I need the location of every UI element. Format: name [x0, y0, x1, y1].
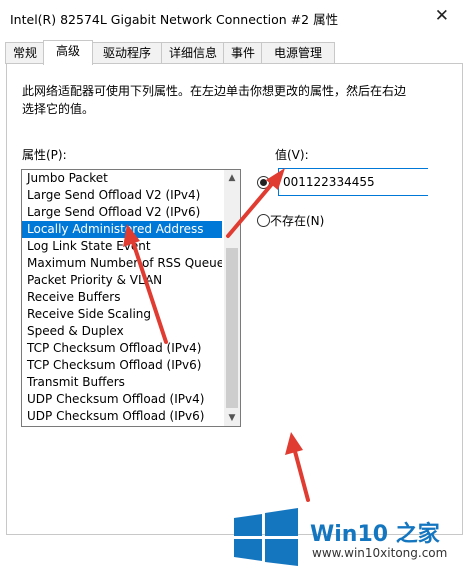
list-item[interactable]: Speed & Duplex [22, 323, 222, 340]
list-item[interactable]: Receive Side Scaling [22, 306, 222, 323]
description-text: 此网络适配器可使用下列属性。在左边单击你想更改的属性，然后在右边选择它的值。 [22, 84, 407, 116]
list-item[interactable]: UDP Checksum Offload (IPv4) [22, 391, 222, 408]
not-present-label: 不存在(N) [270, 212, 327, 229]
watermark-logo: Win10 之家 www.win10xitong.com [230, 508, 455, 570]
list-item[interactable]: Large Send Offload V2 (IPv4) [22, 187, 222, 204]
list-item[interactable]: Transmit Buffers [22, 374, 222, 391]
property-list[interactable]: Jumbo Packet Large Send Offload V2 (IPv4… [21, 169, 241, 427]
scroll-up-icon[interactable]: ▲ [224, 170, 240, 186]
tab-power-management[interactable]: 电源管理 [261, 42, 335, 64]
title-bar: Intel(R) 82574L Gigabit Network Connecti… [0, 0, 463, 34]
scroll-thumb[interactable] [226, 248, 238, 408]
tab-driver[interactable]: 驱动程序 [91, 42, 163, 64]
tab-advanced[interactable]: 高级 [43, 40, 93, 65]
windows-logo-icon [234, 508, 298, 566]
radio-selected-dot [260, 179, 267, 186]
property-list-scrollbar[interactable]: ▲ ▼ [224, 170, 240, 426]
value-label: 值(V): [275, 148, 309, 162]
logo-url-text: www.win10xitong.com [312, 546, 448, 560]
list-item[interactable]: Log Link State Event [22, 238, 222, 255]
list-item[interactable]: TCP Checksum Offload (IPv6) [22, 357, 222, 374]
list-item[interactable]: Large Send Offload V2 (IPv6) [22, 204, 222, 221]
list-item[interactable]: UDP Checksum Offload (IPv6) [22, 408, 222, 425]
window-title: Intel(R) 82574L Gigabit Network Connecti… [10, 12, 339, 27]
property-label: 属性(P): [22, 148, 67, 162]
not-present-radio[interactable] [257, 214, 270, 227]
list-item[interactable]: Jumbo Packet [22, 170, 222, 187]
value-radio[interactable] [257, 176, 270, 189]
property-list-items: Jumbo Packet Large Send Offload V2 (IPv4… [22, 170, 222, 425]
list-item[interactable]: Receive Buffers [22, 289, 222, 306]
logo-brand-text: Win10 之家 [310, 522, 440, 547]
scroll-down-icon[interactable]: ▼ [224, 410, 240, 426]
list-item-selected[interactable]: Locally Administered Address [22, 221, 222, 238]
tab-general[interactable]: 常规 [5, 42, 45, 64]
tab-details[interactable]: 详细信息 [161, 42, 225, 64]
list-item[interactable]: TCP Checksum Offload (IPv4) [22, 340, 222, 357]
tab-events[interactable]: 事件 [223, 42, 263, 64]
close-icon[interactable]: ✕ [435, 6, 449, 26]
value-input[interactable] [278, 168, 428, 196]
list-item[interactable]: Maximum Number of RSS Queue [22, 255, 222, 272]
list-item[interactable]: Packet Priority & VLAN [22, 272, 222, 289]
